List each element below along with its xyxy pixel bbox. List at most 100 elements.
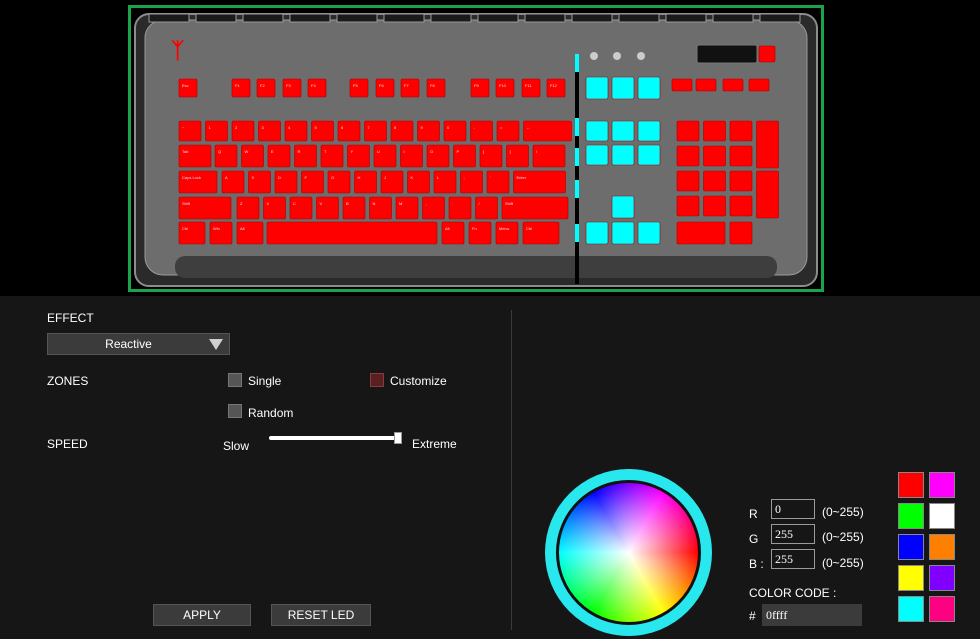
r-input[interactable] xyxy=(771,499,815,519)
keyboard-key xyxy=(390,120,414,142)
key-legend: S xyxy=(252,175,255,180)
key-legend: N xyxy=(373,201,376,206)
keyboard-key xyxy=(703,170,726,192)
keyboard-key xyxy=(443,120,467,142)
key-legend: Q xyxy=(218,149,221,154)
keyboard-key xyxy=(637,76,661,100)
key-legend: Enter xyxy=(517,175,527,180)
keyboard-key xyxy=(523,120,572,142)
color-code-input[interactable] xyxy=(762,604,862,626)
tt-logo-icon: ᛉ xyxy=(171,38,185,63)
speed-max-label: Extreme xyxy=(412,437,457,451)
keyboard-key xyxy=(676,195,700,217)
keyboard-key xyxy=(729,195,753,217)
zone-random-label: Random xyxy=(248,406,294,420)
key-legend: F9 xyxy=(474,83,479,88)
keyboard-key xyxy=(546,78,566,98)
key-legend: Shift xyxy=(505,201,514,206)
keyboard-key xyxy=(521,78,541,98)
key-legend: E xyxy=(271,149,274,154)
zone-single-label: Single xyxy=(248,374,282,388)
speed-slider-track[interactable] xyxy=(269,436,401,440)
panel-divider xyxy=(511,310,512,630)
key-legend: F5 xyxy=(353,83,358,88)
keyboard-bevel-segment xyxy=(571,13,613,23)
keyboard-key xyxy=(470,78,490,98)
keyboard-bevel-segment xyxy=(524,13,566,23)
keyboard-key xyxy=(585,76,609,100)
key-legend: I xyxy=(404,149,405,154)
zone-random-checkbox[interactable] xyxy=(228,404,242,418)
color-swatch[interactable] xyxy=(929,503,955,529)
key-legend: , xyxy=(426,201,427,206)
color-swatch[interactable] xyxy=(898,565,924,591)
volume-wheel xyxy=(696,44,758,64)
zone-single-checkbox[interactable] xyxy=(228,373,242,387)
keyboard-key xyxy=(349,78,369,98)
color-swatch[interactable] xyxy=(929,565,955,591)
keyboard-key xyxy=(703,145,726,167)
keyboard-key xyxy=(532,144,566,168)
key-legend: Fn xyxy=(472,226,477,231)
color-swatch[interactable] xyxy=(898,503,924,529)
b-input[interactable] xyxy=(771,549,815,569)
keyboard-key xyxy=(729,145,753,167)
keyboard-key xyxy=(676,221,726,245)
keyboard-key xyxy=(671,78,693,92)
keyboard-bevel-segment xyxy=(242,13,284,23)
keyboard-separator xyxy=(575,56,579,284)
keyboard-key xyxy=(676,120,700,142)
keyboard-key xyxy=(205,120,228,142)
key-legend: G xyxy=(331,175,334,180)
key-legend: R xyxy=(298,149,301,154)
speed-slider-handle[interactable] xyxy=(394,432,402,444)
key-legend: ; xyxy=(464,175,465,180)
media-indicator-icon xyxy=(637,52,645,60)
keyboard-bevel-segment xyxy=(665,13,707,23)
color-swatch[interactable] xyxy=(898,472,924,498)
color-swatch[interactable] xyxy=(929,596,955,622)
key-legend: M xyxy=(399,201,402,206)
g-input[interactable] xyxy=(771,524,815,544)
reset-led-button[interactable]: RESET LED xyxy=(271,604,371,626)
key-legend: Y xyxy=(351,149,354,154)
color-swatch[interactable] xyxy=(898,596,924,622)
key-legend: F7 xyxy=(404,83,409,88)
key-legend: ← xyxy=(527,125,531,130)
keyboard-key xyxy=(470,120,493,142)
key-legend: V xyxy=(320,201,323,206)
key-legend: F12 xyxy=(550,83,558,88)
key-legend: Caps Lock xyxy=(182,175,201,180)
key-legend: . xyxy=(452,201,453,206)
effect-dropdown[interactable]: Reactive xyxy=(47,333,230,355)
key-legend: Tab xyxy=(182,149,189,154)
keyboard-key xyxy=(611,120,635,142)
zone-customize-checkbox[interactable] xyxy=(370,373,384,387)
key-legend: F8 xyxy=(430,83,435,88)
keyboard-key xyxy=(611,144,635,166)
color-swatch[interactable] xyxy=(898,534,924,560)
keyboard-key xyxy=(722,78,744,92)
speed-min-label: Slow xyxy=(223,439,250,453)
key-legend: W xyxy=(245,149,249,154)
key-legend: Win xyxy=(213,226,220,231)
keyboard-key xyxy=(637,144,661,166)
key-legend: F1 xyxy=(235,83,240,88)
keyboard-bevel-segment xyxy=(336,13,378,23)
keyboard-key xyxy=(364,120,387,142)
accent-bar xyxy=(575,148,579,166)
key-legend: U xyxy=(377,149,380,154)
keyboard-key xyxy=(729,120,753,142)
color-swatch[interactable] xyxy=(929,472,955,498)
color-swatch[interactable] xyxy=(929,534,955,560)
color-wheel[interactable] xyxy=(556,480,701,625)
apply-button[interactable]: APPLY xyxy=(153,604,251,626)
keyboard-key xyxy=(703,120,726,142)
key-legend: O xyxy=(430,149,433,154)
key-legend: Shift xyxy=(182,201,191,206)
keyboard-preview-area: ᛉ Esc F1 F2 F3 F4 F5 F6 F7 F8 F9 F10 F11 F12 ~1 2 3 4 5 6 7 8… xyxy=(0,0,980,296)
keyboard-key xyxy=(611,76,635,100)
dropdown-arrow-icon xyxy=(209,339,223,350)
accent-bar xyxy=(575,118,579,136)
accent-bar xyxy=(575,224,579,242)
